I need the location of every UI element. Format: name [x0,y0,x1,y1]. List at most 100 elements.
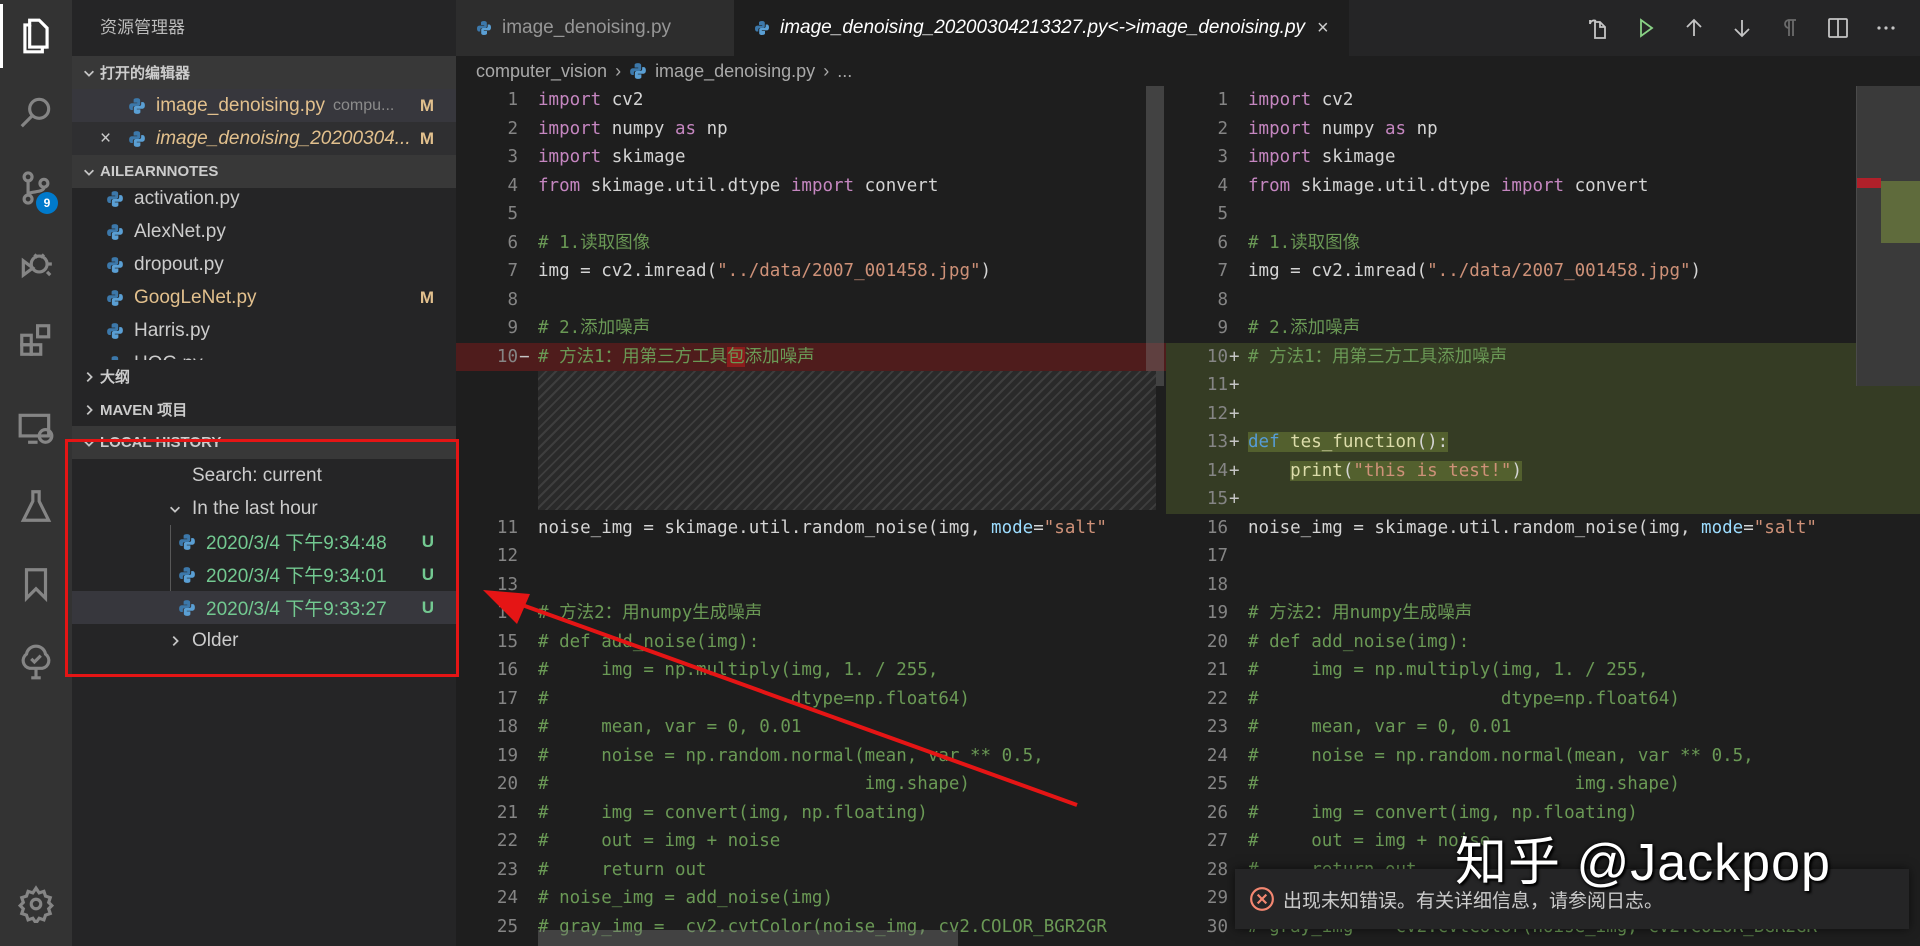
code-text: from skimage.util.dtype import convert [1248,175,1649,196]
file-item[interactable]: activation.py [72,182,456,215]
file-item[interactable]: dropout.py [72,248,456,281]
line-number: 22 [1206,688,1228,709]
pilcrow-icon [1784,19,1796,36]
run-button[interactable] [1622,8,1670,48]
open-editor-item[interactable]: image_denoising.py compu... M [72,89,456,122]
activity-search[interactable] [0,76,72,148]
open-file-button[interactable] [1574,8,1622,48]
code-text: # img.shape) [1248,774,1680,794]
line-number: 27 [1206,831,1228,851]
local-history-search[interactable]: Search: current [72,459,456,492]
code-line: 6 # 1.读取图像 [456,229,1166,258]
local-history-header[interactable]: LOCAL HISTORY [72,426,456,459]
tab-image-denoising[interactable]: image_denoising.py [456,0,734,56]
close-icon[interactable]: × [100,128,128,150]
extensions-icon [20,324,51,356]
code-line: 19 # noise = np.random.normal(mean, var *… [456,742,1166,771]
code-text: import cv2 [538,90,644,110]
code-text: noise_img = skimage.util.random_noise(im… [538,517,1107,538]
code-text: # mean, var = 0, 0.01 [538,717,802,737]
overview-addition-marker [1881,181,1920,243]
code-text: img = cv2.imread("../data/2007_001458.jp… [1248,261,1702,281]
close-icon[interactable]: × [1317,17,1329,40]
activity-source-control[interactable]: 9 [0,152,72,224]
activity-testing[interactable] [0,470,72,542]
more-actions-button[interactable] [1862,8,1910,48]
history-group-last-hour[interactable]: In the last hour [72,492,456,525]
open-editor-item[interactable]: × image_denoising_20200304... M [72,122,456,155]
code-line: 10 + # 方法1：用第三方工具添加噪声 [1166,342,1920,371]
breadcrumb: computer_vision › image_denoising.py › .… [456,56,1920,86]
files-icon [23,18,49,54]
scrollbar-thumb[interactable] [1146,86,1164,386]
code-line: 16 noise_img = skimage.util.random_noise(… [1166,514,1920,543]
open-editors-header[interactable]: 打开的编辑器 [72,56,456,89]
breadcrumb-folder[interactable]: computer_vision [476,61,607,82]
file-item[interactable]: AlexNet.py [72,215,456,248]
error-icon [1250,887,1274,911]
python-file-icon [477,21,491,35]
code-text: # def add_noise(img): [538,631,760,652]
maven-header[interactable]: MAVEN 项目 [72,393,456,426]
history-entry[interactable]: 2020/3/4 下午9:34:48 U [72,525,456,558]
code-line: 12 [456,542,1166,571]
activity-extensions[interactable] [0,304,72,376]
outline-header[interactable]: 大纲 [72,360,456,393]
history-entry[interactable]: 2020/3/4 下午9:33:27 U [72,591,456,624]
activity-settings[interactable] [0,868,72,940]
code-text: def tes_function(): [1248,432,1449,452]
line-number: 16 [496,660,518,680]
code-text: # img.shape) [538,774,970,794]
code-text: import skimage [1248,147,1396,167]
line-number: 9 [1217,318,1228,338]
code-line: 5 [1166,200,1920,229]
file-name: activation.py [134,187,240,209]
run-icon [1640,18,1654,38]
line-number: 13 [496,574,518,595]
history-status-badge: U [421,564,434,584]
history-group-older[interactable]: Older [72,624,456,657]
activity-bookmarks[interactable] [0,548,72,620]
modified-file-pane[interactable]: 30# gray_img = cv2.cvtColor(noise_img, c… [1166,86,1920,946]
activity-gitlens[interactable] [0,626,72,698]
line-number: 20 [496,774,518,794]
code-line: 5 [456,200,1166,229]
left-horizontal-scrollbar[interactable] [538,930,958,946]
breadcrumb-file[interactable]: image_denoising.py [655,61,815,82]
line-number: 8 [507,289,518,310]
diff-added-marker: + [1229,375,1240,395]
activity-debug[interactable] [0,228,72,300]
file-item[interactable]: Harris.py [72,314,456,347]
code-text: # 方法2：用numpy生成噪声 [538,603,763,623]
file-item[interactable]: GoogLeNet.py M [72,281,456,314]
tab-diff[interactable]: image_denoising_20200304213327.py<->imag… [734,0,1349,56]
activity-explorer[interactable] [0,0,72,72]
line-number: 19 [496,745,518,766]
line-number: 29 [1206,888,1228,908]
search-icon [20,97,51,128]
code-text: # 方法1：用第三方工具添加噪声 [1248,346,1508,367]
toggle-whitespace-button[interactable] [1766,8,1814,48]
split-editor-button[interactable] [1814,8,1862,48]
debug-icon [21,253,52,279]
left-vertical-scrollbar[interactable] [1146,86,1164,946]
file-name: Harris.py [134,319,211,341]
diff-overview-ruler[interactable] [1856,86,1920,386]
breadcrumb-symbol[interactable]: ... [837,61,852,82]
line-number: 19 [1206,603,1228,623]
code-line: 20 # def add_noise(img): [1166,628,1920,657]
code-text: # img = np.multiply(img, 1. / 255, [538,660,939,680]
code-line: 21 # img = convert(img, np.floating) [456,799,1166,828]
chevron-down-icon [72,436,100,450]
next-change-button[interactable] [1718,8,1766,48]
code-line: 17 [1166,542,1920,571]
file-item[interactable]: HOG.py [72,347,456,360]
git-status-badge: M [419,95,434,115]
line-number: 4 [1217,175,1228,196]
original-file-pane[interactable]: 25 # gray_img = cv2.cvtColor(noise_img, c… [456,86,1166,946]
line-number: 15 [1206,489,1228,509]
line-number: 24 [496,888,518,908]
history-entry[interactable]: 2020/3/4 下午9:34:01 U [72,558,456,591]
activity-remote-explorer[interactable] [0,392,72,464]
previous-change-button[interactable] [1670,8,1718,48]
